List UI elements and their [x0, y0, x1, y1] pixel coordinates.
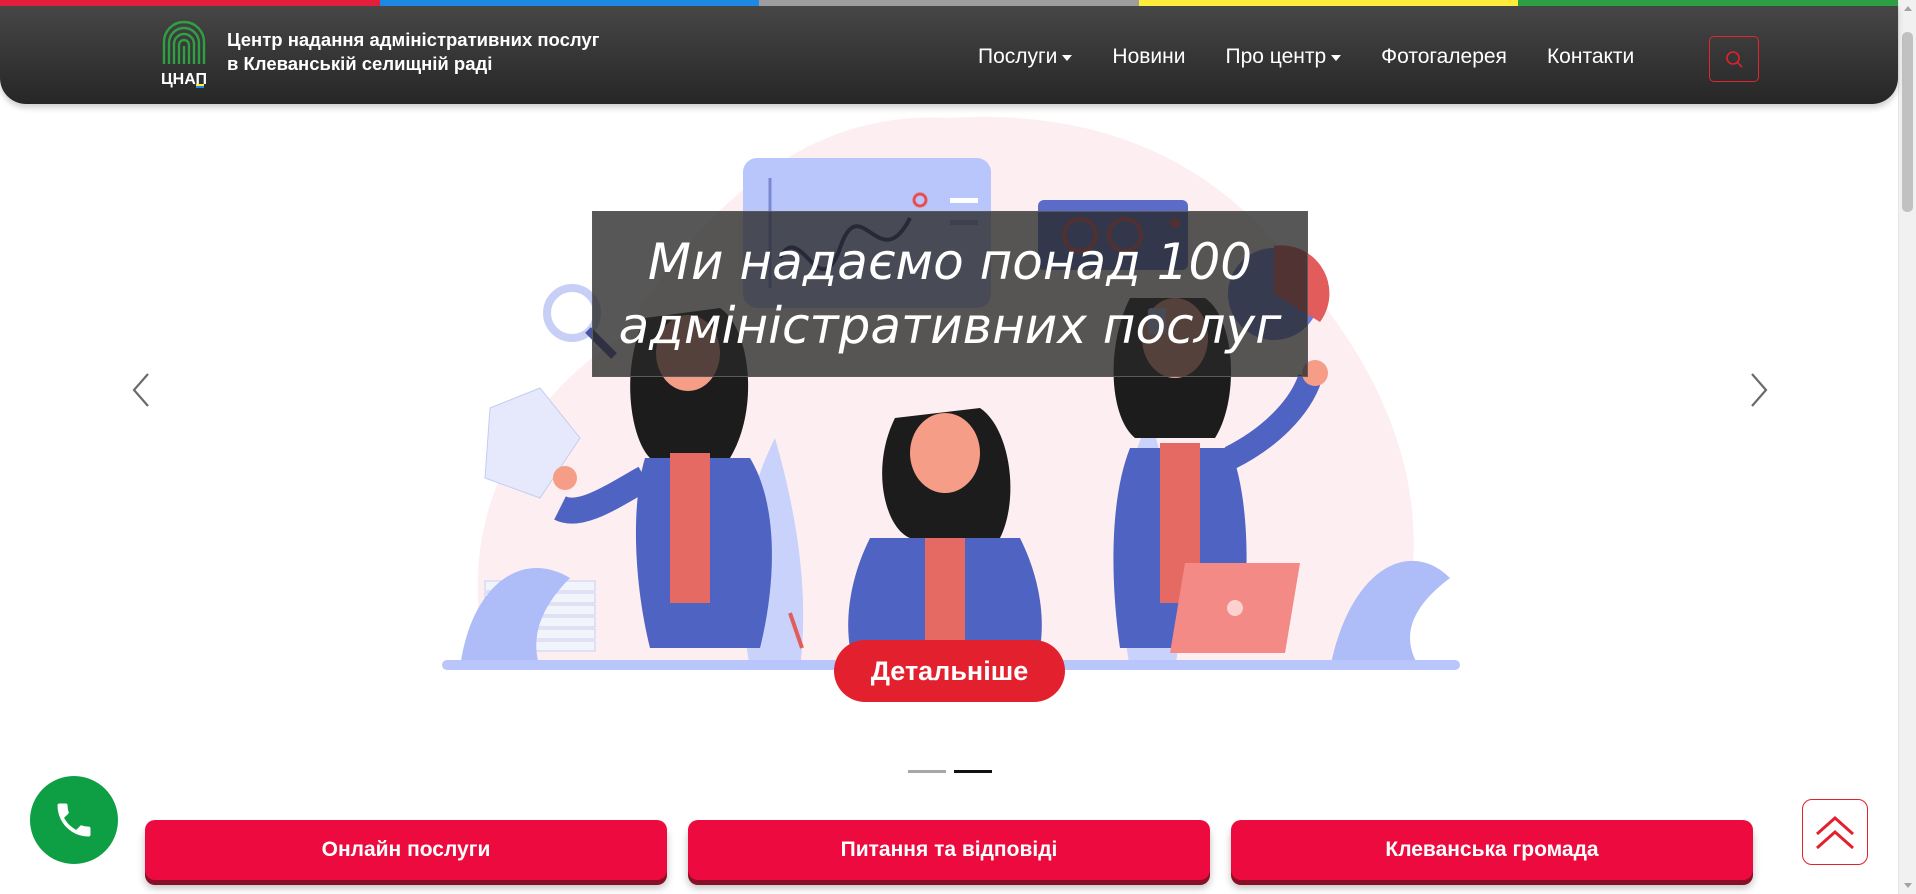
online-services-button[interactable]: Онлайн послуги	[145, 820, 667, 880]
site-logo[interactable]: ЦНАП	[156, 16, 212, 88]
hero-illustration	[442, 116, 1460, 670]
scroll-up-arrow-icon[interactable]	[1904, 6, 1912, 11]
site-title[interactable]: Центр надання адміністративних послуг в …	[227, 28, 599, 76]
scroll-to-top-button[interactable]	[1802, 799, 1868, 865]
details-button[interactable]: Детальніше	[834, 640, 1065, 702]
nav-item-contacts[interactable]: Контакти	[1547, 45, 1634, 69]
nav-item-about[interactable]: Про центр	[1225, 45, 1342, 69]
caption-line2: адміністративних послуг	[618, 297, 1282, 355]
scrollbar-thumb[interactable]	[1902, 32, 1913, 212]
chevron-right-icon	[1751, 373, 1768, 407]
community-button[interactable]: Клеванська громада	[1231, 820, 1753, 880]
faq-button[interactable]: Питання та відповіді	[688, 820, 1210, 880]
caption-line1: Ми надаємо понад 100	[647, 233, 1253, 291]
nav-item-label: Послуги	[978, 45, 1058, 68]
scroll-down-arrow-icon[interactable]	[1904, 883, 1912, 888]
strip-yellow	[1138, 0, 1519, 6]
nav-item-label: Новини	[1112, 45, 1186, 68]
nav-item-services[interactable]: Послуги	[978, 45, 1073, 69]
strip-red	[0, 0, 380, 6]
site-title-line1: Центр надання адміністративних послуг	[227, 29, 600, 50]
nav-item-label: Фотогалерея	[1381, 45, 1507, 68]
site-header: ЦНАП Центр надання адміністративних посл…	[0, 4, 1898, 104]
strip-blue	[379, 0, 760, 6]
nav-item-label: Про центр	[1225, 45, 1327, 68]
nav-item-gallery[interactable]: Фотогалерея	[1381, 45, 1507, 69]
carousel-indicators	[908, 770, 1000, 773]
fingerprint-logo-icon: ЦНАП	[161, 20, 207, 88]
chevron-left-icon	[132, 373, 149, 407]
double-chevron-up-icon	[1816, 815, 1854, 850]
search-icon	[1726, 51, 1743, 68]
search-button[interactable]	[1709, 36, 1759, 82]
call-button[interactable]	[30, 776, 118, 864]
carousel-caption: Ми надаємо понад 100 адміністративних по…	[592, 211, 1308, 377]
strip-green	[1518, 0, 1898, 6]
caret-down-icon	[1062, 55, 1073, 61]
color-strip	[0, 0, 1898, 6]
caret-down-icon	[1331, 55, 1342, 61]
carousel-indicator[interactable]	[908, 770, 946, 773]
carousel-next-button[interactable]	[1742, 370, 1772, 410]
carousel-indicator-active[interactable]	[954, 770, 992, 773]
strip-gray	[759, 0, 1139, 6]
page-scrollbar[interactable]	[1898, 0, 1916, 894]
carousel-prev-button[interactable]	[128, 370, 158, 410]
site-title-line2: в Клеванській селищній раді	[227, 53, 493, 74]
nav-item-label: Контакти	[1546, 45, 1635, 68]
phone-icon	[57, 803, 91, 837]
main-nav: Послуги Новини Про центр Фотогалерея Кон…	[978, 42, 1674, 72]
nav-item-news[interactable]: Новини	[1112, 45, 1185, 69]
